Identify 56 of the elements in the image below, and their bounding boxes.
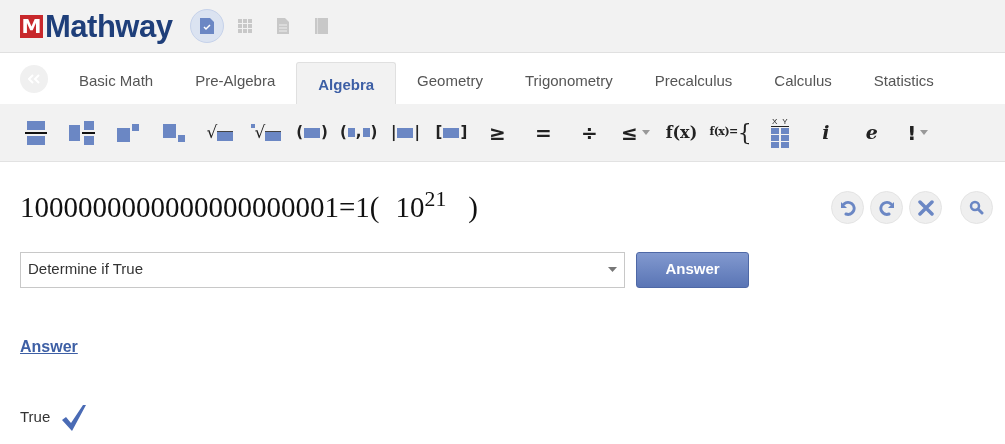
toolbar-button[interactable]: X Y [757,112,802,153]
toolbar-button[interactable]: = [521,112,566,153]
subject-tab[interactable]: Geometry [396,62,504,104]
toolbar-button[interactable]: ! [895,112,940,153]
search-icon [969,200,984,216]
toolbar-button[interactable]: ÷ [567,112,612,153]
subscript-icon [163,123,185,142]
grid-icon [237,18,253,34]
symbol-key: ! [907,122,917,143]
result-text: True [20,407,51,428]
toolbar-button[interactable]: [ ] [429,112,474,153]
clear-button[interactable] [909,191,942,225]
undo-icon [839,199,856,216]
page-icon [277,18,290,34]
toolbar-button[interactable]: √ [198,112,242,153]
symbol-key: ≤ [621,122,638,143]
constant-key: i [822,118,830,147]
redo-button[interactable] [870,191,903,225]
search-button[interactable] [960,191,993,225]
subject-tab[interactable]: Trigonometry [503,62,634,104]
redo-icon [878,199,895,216]
toolbar-button[interactable]: e [849,112,894,153]
toolbar-button[interactable]: ( ) [290,112,334,153]
mixed-fraction-icon [69,120,95,145]
subject-tab[interactable]: Basic Math [58,62,175,104]
nav-button[interactable] [190,9,225,43]
subject-tab[interactable]: Calculus [753,62,853,104]
toolbar-button[interactable]: i [803,112,848,153]
toolbar-button[interactable]: ≥ [475,112,520,153]
toolbar-button[interactable]: √ [244,112,288,153]
logo-text: Mathway [45,10,173,42]
fraction-icon [25,120,47,145]
subject-tab[interactable]: Statistics [852,62,955,104]
symbol-key: ÷ [581,122,598,143]
function-key: f(x) [665,120,698,145]
constant-key: e [865,118,878,147]
subject-tab[interactable]: Precalculus [633,62,754,104]
subject-tab[interactable]: Pre-Algebra [174,62,297,104]
toolbar-button[interactable]: ≤ [613,112,658,153]
book-icon [314,18,328,34]
exponent-icon [117,123,139,142]
undo-button[interactable] [831,191,864,225]
logo-mark: M [20,14,43,38]
symbol-key: = [535,122,552,143]
subject-tab[interactable]: Algebra [296,62,397,104]
caret-icon [608,267,617,272]
symbol-key: ≥ [489,122,506,143]
toolbar-button[interactable]: ( , ) [336,112,382,153]
toolbar-button[interactable]: f(x) [659,112,704,153]
answer-link[interactable]: Answer [20,337,78,355]
answer-button[interactable]: Answer [636,251,749,288]
check-page-icon [200,18,215,34]
toolbar-button[interactable]: | | [383,112,428,153]
close-icon [917,199,934,216]
problem-type-select[interactable]: Determine if True [20,251,625,288]
math-expression: 1000000000000000000001=1( 10$^{21}$ ) [20,186,478,225]
